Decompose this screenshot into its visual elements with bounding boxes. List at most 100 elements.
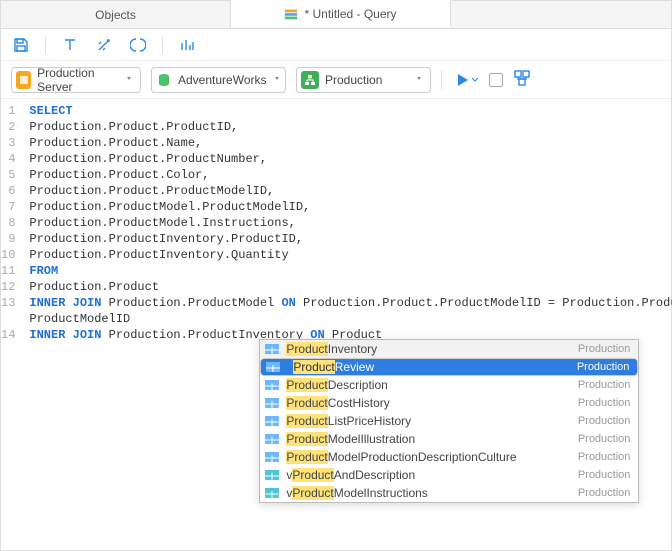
autocomplete-item-schema: Production — [578, 487, 631, 499]
view-icon — [264, 469, 280, 481]
code-line[interactable]: Production.ProductModel.Instructions, — [29, 215, 672, 231]
tab-bar: Objects * Untitled - Query — [1, 1, 671, 29]
autocomplete-item[interactable]: vProductModelInstructions Production — [260, 484, 638, 502]
line-number: 3 — [1, 135, 15, 151]
autocomplete-item[interactable]: ProductCostHistory Production — [260, 394, 638, 412]
chevron-down-icon — [471, 76, 479, 84]
autocomplete-item-name: ProductModelIllustration — [286, 432, 415, 446]
table-icon — [265, 361, 281, 373]
autocomplete-item[interactable]: ProductDescription Production — [260, 376, 638, 394]
view-icon — [264, 487, 280, 499]
line-number: 1 — [1, 103, 15, 119]
line-number: 10 — [1, 247, 15, 263]
autocomplete-item-schema: Production — [578, 433, 631, 445]
autocomplete-item-schema: Production — [577, 361, 630, 373]
toolbar — [1, 29, 671, 61]
autocomplete-item-schema: Production — [578, 379, 631, 391]
server-selector[interactable]: Production Server — [11, 67, 141, 93]
chevron-down-icon — [414, 73, 424, 87]
code-area[interactable]: SELECTProduction.Product.ProductID,Produ… — [23, 99, 672, 550]
magic-icon[interactable] — [94, 35, 114, 55]
table-icon — [264, 451, 280, 463]
play-icon — [458, 74, 468, 86]
code-line[interactable]: SELECT — [29, 103, 672, 119]
autocomplete-item-schema: Production — [578, 451, 631, 463]
stop-on-error-checkbox[interactable] — [489, 73, 503, 87]
code-line[interactable]: ProductModelID — [29, 311, 672, 327]
sql-editor[interactable]: 12345678910111213 14 SELECTProduction.Pr… — [1, 99, 671, 550]
autocomplete-item-name: vProductModelInstructions — [286, 486, 427, 500]
autocomplete-item-name: ProductInventory — [286, 342, 377, 356]
autocomplete-item[interactable]: ProductReview Production — [260, 358, 638, 376]
line-number: 8 — [1, 215, 15, 231]
autocomplete-item-schema: Production — [578, 469, 631, 481]
code-line[interactable]: Production.Product.ProductNumber, — [29, 151, 672, 167]
autocomplete-item[interactable]: ProductModelProductionDescriptionCulture… — [260, 448, 638, 466]
chevron-down-icon — [124, 73, 134, 87]
code-line[interactable]: Production.ProductModel.ProductModelID, — [29, 199, 672, 215]
database-icon — [156, 71, 172, 89]
server-icon — [16, 71, 31, 89]
line-number: 2 — [1, 119, 15, 135]
save-icon[interactable] — [11, 35, 31, 55]
format-icon[interactable] — [60, 35, 80, 55]
line-number: 6 — [1, 183, 15, 199]
autocomplete-item[interactable]: ProductListPriceHistory Production — [260, 412, 638, 430]
table-icon — [264, 397, 280, 409]
autocomplete-item-name: ProductModelProductionDescriptionCulture — [286, 450, 516, 464]
autocomplete-item[interactable]: ProductModelIllustration Production — [260, 430, 638, 448]
table-icon — [264, 343, 280, 355]
autocomplete-item-schema: Production — [578, 343, 631, 355]
schema-selector[interactable]: Production — [296, 67, 431, 93]
autocomplete-popup[interactable]: ProductInventoryProductionProductReviewP… — [259, 339, 639, 503]
table-icon — [264, 379, 280, 391]
parentheses-icon[interactable] — [128, 35, 148, 55]
code-line[interactable]: Production.ProductInventory.Quantity — [29, 247, 672, 263]
code-line[interactable]: INNER JOIN Production.ProductModel ON Pr… — [29, 295, 672, 311]
autocomplete-item-name: ProductListPriceHistory — [286, 414, 411, 428]
autocomplete-item[interactable]: vProductAndDescription Production — [260, 466, 638, 484]
chevron-down-icon — [272, 73, 282, 87]
line-number: 13 — [1, 295, 15, 311]
separator — [441, 71, 442, 89]
server-label: Production Server — [37, 66, 118, 94]
schema-label: Production — [325, 73, 382, 87]
table-icon — [264, 433, 280, 445]
separator — [162, 36, 163, 54]
connection-bar: Production Server AdventureWorks Product… — [1, 61, 671, 99]
line-number: 12 — [1, 279, 15, 295]
line-gutter: 12345678910111213 14 — [1, 99, 23, 550]
code-line[interactable]: Production.Product.Name, — [29, 135, 672, 151]
code-line[interactable]: Production.ProductInventory.ProductID, — [29, 231, 672, 247]
line-number: 7 — [1, 199, 15, 215]
autocomplete-item-name: ProductDescription — [286, 378, 387, 392]
autocomplete-item-schema: Production — [578, 397, 631, 409]
tab-objects[interactable]: Objects — [1, 1, 231, 28]
autocomplete-item-name: vProductAndDescription — [286, 468, 415, 482]
code-line[interactable]: Production.Product.Color, — [29, 167, 672, 183]
run-controls — [458, 69, 531, 90]
separator — [45, 36, 46, 54]
line-number-empty — [1, 311, 15, 327]
tab-label: Objects — [95, 8, 136, 22]
code-line[interactable]: Production.Product.ProductID, — [29, 119, 672, 135]
run-button[interactable] — [458, 74, 479, 86]
database-selector[interactable]: AdventureWorks — [151, 67, 286, 93]
code-line[interactable]: Production.Product.ProductModelID, — [29, 183, 672, 199]
autocomplete-item[interactable]: ProductInventory Production — [260, 340, 638, 358]
code-line[interactable]: Production.Product — [29, 279, 672, 295]
line-number: 11 — [1, 263, 15, 279]
autocomplete-item-name: ProductCostHistory — [286, 396, 389, 410]
line-number: 5 — [1, 167, 15, 183]
chart-icon[interactable] — [177, 35, 197, 55]
line-number: 4 — [1, 151, 15, 167]
layout-icon[interactable] — [513, 69, 531, 90]
table-icon — [264, 415, 280, 427]
code-line[interactable]: FROM — [29, 263, 672, 279]
schema-icon — [301, 71, 319, 89]
autocomplete-item-schema: Production — [578, 415, 631, 427]
tab-label: * Untitled - Query — [304, 7, 396, 21]
autocomplete-item-name: ProductReview — [293, 360, 374, 374]
tab-query[interactable]: * Untitled - Query — [231, 0, 451, 27]
line-number: 14 — [1, 327, 15, 343]
